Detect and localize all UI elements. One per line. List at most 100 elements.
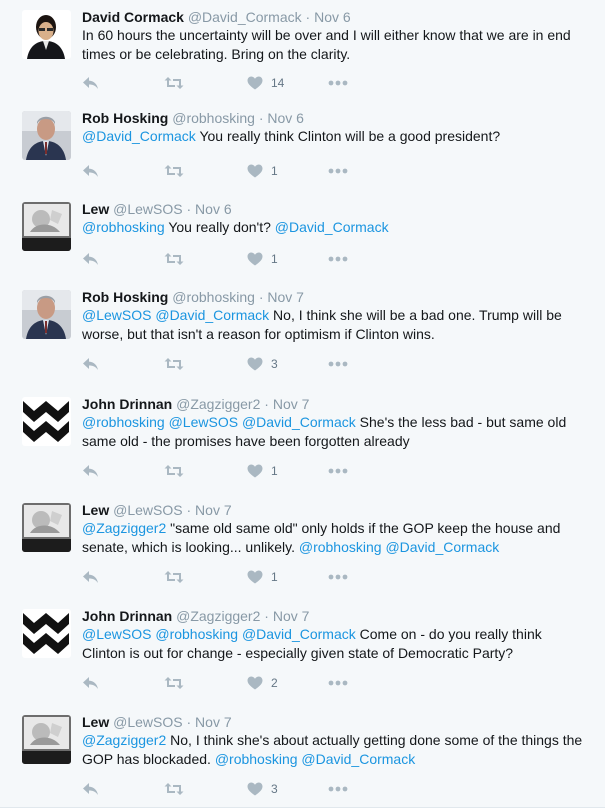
author-handle[interactable]: @Zagzigger2 [176,396,260,412]
reply-button[interactable] [82,161,99,181]
author-name[interactable]: John Drinnan [82,396,172,412]
mention-link[interactable]: @David_Cormack [275,219,389,235]
reply-button[interactable] [82,249,99,269]
author-name[interactable]: John Drinnan [82,608,172,624]
author-handle[interactable]: @LewSOS [113,201,182,217]
mention-link[interactable]: @LewSOS [82,626,151,642]
tweet-date[interactable]: Nov 6 [195,201,232,217]
mention-link[interactable]: @robhosking [82,219,165,235]
tweet-3[interactable]: Lew @LewSOS · Nov 6 @robhosking You real… [0,192,605,281]
reply-button[interactable] [82,673,99,693]
like-button[interactable]: 1 [247,567,278,587]
mention-link[interactable]: @David_Cormack [385,539,499,555]
mention-link[interactable]: @LewSOS [82,307,151,323]
more-button[interactable] [328,249,348,269]
reply-button[interactable] [82,73,99,93]
more-button[interactable] [328,779,348,799]
more-button[interactable] [328,354,348,374]
mention-link[interactable]: @David_Cormack [242,626,356,642]
like-count: 14 [271,76,285,90]
separator-dot: · [305,9,311,25]
tweet-date[interactable]: Nov 7 [273,608,310,624]
retweet-button[interactable] [164,567,184,587]
tweet-actions: 1 [82,249,382,269]
more-icon [328,574,348,580]
mention-link[interactable]: @robhosking [82,414,165,430]
mention-link[interactable]: @David_Cormack [82,128,196,144]
like-button[interactable]: 3 [247,779,278,799]
author-handle[interactable]: @robhosking [172,110,255,126]
mention-link[interactable]: @LewSOS [169,414,238,430]
avatar-lew[interactable] [22,202,71,251]
reply-button[interactable] [82,567,99,587]
avatar-rob[interactable] [22,290,71,339]
author-handle[interactable]: @LewSOS [113,714,182,730]
retweet-button[interactable] [164,779,184,799]
tweet-date[interactable]: Nov 7 [267,289,304,305]
tweet-8[interactable]: Lew @LewSOS · Nov 7 @Zagzigger2 No, I th… [0,705,605,808]
reply-button[interactable] [82,354,99,374]
tweet-1[interactable]: David Cormack @David_Cormack · Nov 6 In … [0,0,605,102]
mention-link[interactable]: @David_Cormack [242,414,356,430]
mention-link[interactable]: @Zagzigger2 [82,732,166,748]
mention-link[interactable]: @robhosking [299,539,382,555]
mention-link[interactable]: @Zagzigger2 [82,520,166,536]
mention-link[interactable]: @David_Cormack [301,751,415,767]
avatar-john[interactable] [22,609,71,658]
author-handle[interactable]: @robhosking [172,289,255,305]
more-button[interactable] [328,73,348,93]
avatar-image [22,10,71,59]
mention-link[interactable]: @robhosking [155,626,238,642]
tweet-7[interactable]: John Drinnan @Zagzigger2 · Nov 7 @LewSOS… [0,599,605,706]
author-name[interactable]: Rob Hosking [82,289,168,305]
author-handle[interactable]: @LewSOS [113,502,182,518]
more-button[interactable] [328,161,348,181]
like-button[interactable]: 1 [247,249,278,269]
like-button[interactable]: 2 [247,673,278,693]
like-button[interactable]: 1 [247,161,278,181]
mention-link[interactable]: @robhosking [215,751,298,767]
tweet-date[interactable]: Nov 7 [273,396,310,412]
more-icon [328,80,348,86]
like-button[interactable]: 1 [247,461,278,481]
more-icon [328,168,348,174]
author-handle[interactable]: @David_Cormack [188,9,302,25]
author-name[interactable]: Lew [82,201,109,217]
tweet-5[interactable]: John Drinnan @Zagzigger2 · Nov 7 @robhos… [0,387,605,494]
mention-link[interactable]: @David_Cormack [155,307,269,323]
more-icon [328,786,348,792]
like-button[interactable]: 14 [247,73,284,93]
tweet-date[interactable]: Nov 7 [195,502,232,518]
tweet-2[interactable]: Rob Hosking @robhosking · Nov 6 @David_C… [0,101,605,193]
retweet-button[interactable] [164,354,184,374]
tweet-date[interactable]: Nov 6 [267,110,304,126]
retweet-button[interactable] [164,161,184,181]
reply-button[interactable] [82,779,99,799]
retweet-button[interactable] [164,673,184,693]
like-button[interactable]: 3 [247,354,278,374]
tweet-date[interactable]: Nov 7 [195,714,232,730]
heart-icon [247,76,263,90]
retweet-button[interactable] [164,461,184,481]
avatar-lew[interactable] [22,503,71,552]
separator-dot: · [264,396,269,412]
author-name[interactable]: Lew [82,502,109,518]
avatar-rob[interactable] [22,111,71,160]
retweet-button[interactable] [164,249,184,269]
reply-button[interactable] [82,461,99,481]
avatar-john[interactable] [22,397,71,446]
more-button[interactable] [328,673,348,693]
author-handle[interactable]: @Zagzigger2 [176,608,260,624]
avatar-david[interactable] [22,10,71,59]
tweet-4[interactable]: Rob Hosking @robhosking · Nov 7 @LewSOS … [0,280,605,388]
author-name[interactable]: Lew [82,714,109,730]
more-button[interactable] [328,461,348,481]
tweet-text-segment: In 60 hours the uncertainty will be over… [82,27,571,62]
retweet-button[interactable] [164,73,184,93]
tweet-6[interactable]: Lew @LewSOS · Nov 7 @Zagzigger2 "same ol… [0,493,605,600]
avatar-lew[interactable] [22,715,71,764]
author-name[interactable]: Rob Hosking [82,110,168,126]
more-button[interactable] [328,567,348,587]
tweet-date[interactable]: Nov 6 [314,9,351,25]
author-name[interactable]: David Cormack [82,9,184,25]
